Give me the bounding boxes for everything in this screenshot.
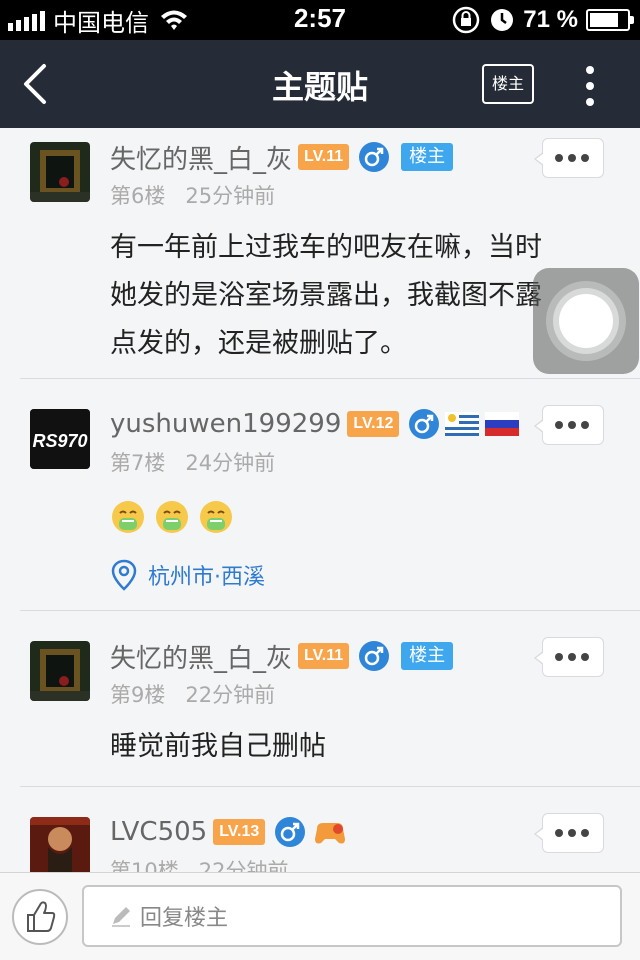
- post-meta: 第9楼 22分钟前: [110, 679, 275, 709]
- battery-icon: [586, 9, 634, 31]
- assistive-touch-button[interactable]: [533, 268, 639, 374]
- avatar[interactable]: [30, 817, 90, 872]
- uruguay-flag-icon: [445, 412, 480, 436]
- floor-number: 第10楼: [110, 859, 179, 872]
- post-meta: 第7楼 24分钟前: [110, 447, 275, 477]
- post-meta: 第10楼 22分钟前: [110, 855, 288, 872]
- male-icon: [275, 817, 306, 847]
- avatar[interactable]: [30, 142, 90, 202]
- post-more-button[interactable]: [534, 813, 604, 853]
- floor-number: 第9楼: [110, 683, 166, 707]
- pencil-icon: [112, 907, 130, 927]
- list-item: RS970 yushuwen199299 LV.12 第7楼 24分钟前 杭州市…: [0, 379, 640, 611]
- status-bar: 中国电信 2:57 71 %: [0, 0, 640, 40]
- male-icon: [409, 409, 440, 439]
- avatar[interactable]: [30, 641, 90, 701]
- reply-input[interactable]: 回复楼主: [82, 885, 622, 947]
- rotation-lock-icon: [453, 6, 480, 34]
- level-badge: LV.11: [298, 643, 350, 669]
- crying-emoji-icon: [112, 501, 144, 533]
- male-icon: [359, 142, 390, 172]
- like-button[interactable]: [12, 889, 68, 945]
- post-meta: 第6楼 25分钟前: [110, 180, 275, 210]
- post-more-button[interactable]: [534, 138, 604, 178]
- level-badge: LV.13: [213, 819, 266, 845]
- list-item: LVC505 LV.13 第10楼 22分钟前: [0, 787, 640, 872]
- username[interactable]: 失忆的黑_白_灰: [110, 638, 292, 675]
- post-time: 22分钟前: [185, 683, 276, 707]
- owner-badge: 楼主: [401, 143, 454, 171]
- post-more-button[interactable]: [534, 405, 604, 445]
- location-pin-icon: [111, 559, 137, 591]
- level-badge: LV.11: [298, 144, 350, 170]
- nav-bar: 主题贴 楼主: [0, 40, 640, 128]
- svg-text:RS970: RS970: [32, 431, 87, 451]
- crying-emoji-icon: [156, 501, 188, 533]
- post-time: 22分钟前: [198, 859, 289, 872]
- post-time: 24分钟前: [185, 451, 276, 475]
- emoji-row: [110, 499, 234, 535]
- post-list[interactable]: 失忆的黑_白_灰 LV.11 楼主 第6楼 25分钟前 有一年前上过我车的吧友在嘛…: [0, 128, 640, 872]
- location-link[interactable]: 杭州市·西溪: [110, 559, 265, 591]
- russia-flag-icon: [485, 412, 520, 436]
- gamepad-badge-icon: [315, 823, 346, 844]
- location-text[interactable]: 杭州市·西溪: [148, 559, 265, 591]
- username[interactable]: 失忆的黑_白_灰: [110, 139, 292, 176]
- alarm-icon: [491, 9, 514, 31]
- post-time: 25分钟前: [185, 184, 276, 208]
- floor-number: 第7楼: [110, 451, 166, 475]
- username[interactable]: yushuwen199299: [110, 409, 341, 439]
- username[interactable]: LVC505: [110, 817, 207, 847]
- more-menu-icon[interactable]: [572, 64, 608, 108]
- owner-badge: 楼主: [401, 642, 454, 670]
- thumbs-up-icon: [27, 901, 56, 932]
- post-body: 睡觉前我自己删帖: [110, 731, 326, 762]
- avatar[interactable]: RS970: [30, 409, 90, 469]
- level-badge: LV.12: [347, 411, 400, 437]
- reply-placeholder: 回复楼主: [140, 906, 229, 931]
- owner-only-button[interactable]: 楼主: [482, 64, 534, 104]
- crying-emoji-icon: [200, 501, 232, 533]
- floor-number: 第6楼: [110, 184, 166, 208]
- battery-text: 71 %: [523, 6, 578, 33]
- male-icon: [359, 641, 390, 671]
- list-item: 失忆的黑_白_灰 LV.11 楼主 第9楼 22分钟前 睡觉前我自己删帖: [0, 611, 640, 787]
- post-more-button[interactable]: [534, 637, 604, 677]
- page-title: 主题贴: [271, 68, 368, 106]
- reply-bar: 回复楼主: [0, 872, 640, 960]
